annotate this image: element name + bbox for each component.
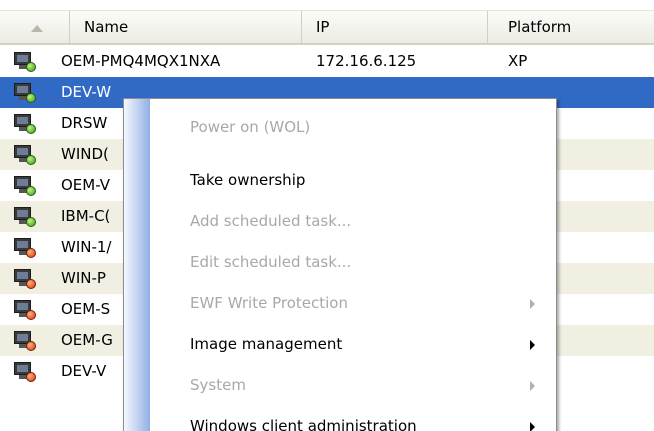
menu-item-label: Add scheduled task... (190, 212, 352, 230)
submenu-arrow-icon (530, 299, 535, 309)
computer-online-icon (14, 52, 36, 72)
menu-item-label: Power on (WOL) (190, 118, 311, 136)
column-header-platform[interactable]: Platform (488, 11, 654, 44)
computer-online-icon (14, 207, 36, 227)
computer-offline-icon (14, 269, 36, 289)
menu-item-label: Take ownership (190, 171, 306, 189)
menu-item-ewf-write-protection[interactable]: EWF Write Protection (150, 283, 556, 324)
table-row[interactable]: OEM-PMQ4MQX1NXA 172.16.6.125 XP (0, 46, 654, 77)
computer-offline-icon (14, 362, 36, 382)
computer-online-icon (14, 145, 36, 165)
menu-item-label: Windows client administration (190, 417, 417, 431)
menu-item-label: Edit scheduled task... (190, 253, 352, 271)
menu-separator (188, 154, 554, 155)
column-header-ip[interactable]: IP (302, 11, 488, 44)
submenu-arrow-icon (530, 381, 535, 391)
computer-offline-icon (14, 238, 36, 258)
column-header: Name IP Platform (0, 10, 654, 45)
menu-item-windows-client-administration[interactable]: Windows client administration (150, 406, 556, 431)
menu-item-system[interactable]: System (150, 365, 556, 406)
computer-offline-icon (14, 331, 36, 351)
sort-column-header[interactable] (0, 11, 70, 44)
column-header-name[interactable]: Name (70, 11, 302, 44)
cell-name: OEM-PMQ4MQX1NXA (61, 52, 221, 70)
cell-ip: 172.16.6.125 (316, 52, 417, 70)
sort-ascending-icon (31, 25, 43, 32)
context-menu-gutter (124, 99, 150, 431)
menu-item-label: Image management (190, 335, 343, 353)
menu-item-take-ownership[interactable]: Take ownership (150, 160, 556, 201)
menu-item-power-on-wol[interactable]: Power on (WOL) (150, 107, 556, 148)
computer-online-icon (14, 176, 36, 196)
menu-item-label: EWF Write Protection (190, 294, 348, 312)
context-menu: Power on (WOL) Take ownership Add schedule… (123, 98, 557, 431)
menu-item-image-management[interactable]: Image management (150, 324, 556, 365)
computer-offline-icon (14, 300, 36, 320)
menu-item-label: System (190, 376, 246, 394)
submenu-arrow-icon (530, 340, 535, 350)
cell-platform: XP (508, 52, 528, 70)
menu-item-add-scheduled-task[interactable]: Add scheduled task... (150, 201, 556, 242)
computer-online-icon (14, 114, 36, 134)
submenu-arrow-icon (530, 422, 535, 431)
menu-item-edit-scheduled-task[interactable]: Edit scheduled task... (150, 242, 556, 283)
computer-online-icon (14, 83, 36, 103)
